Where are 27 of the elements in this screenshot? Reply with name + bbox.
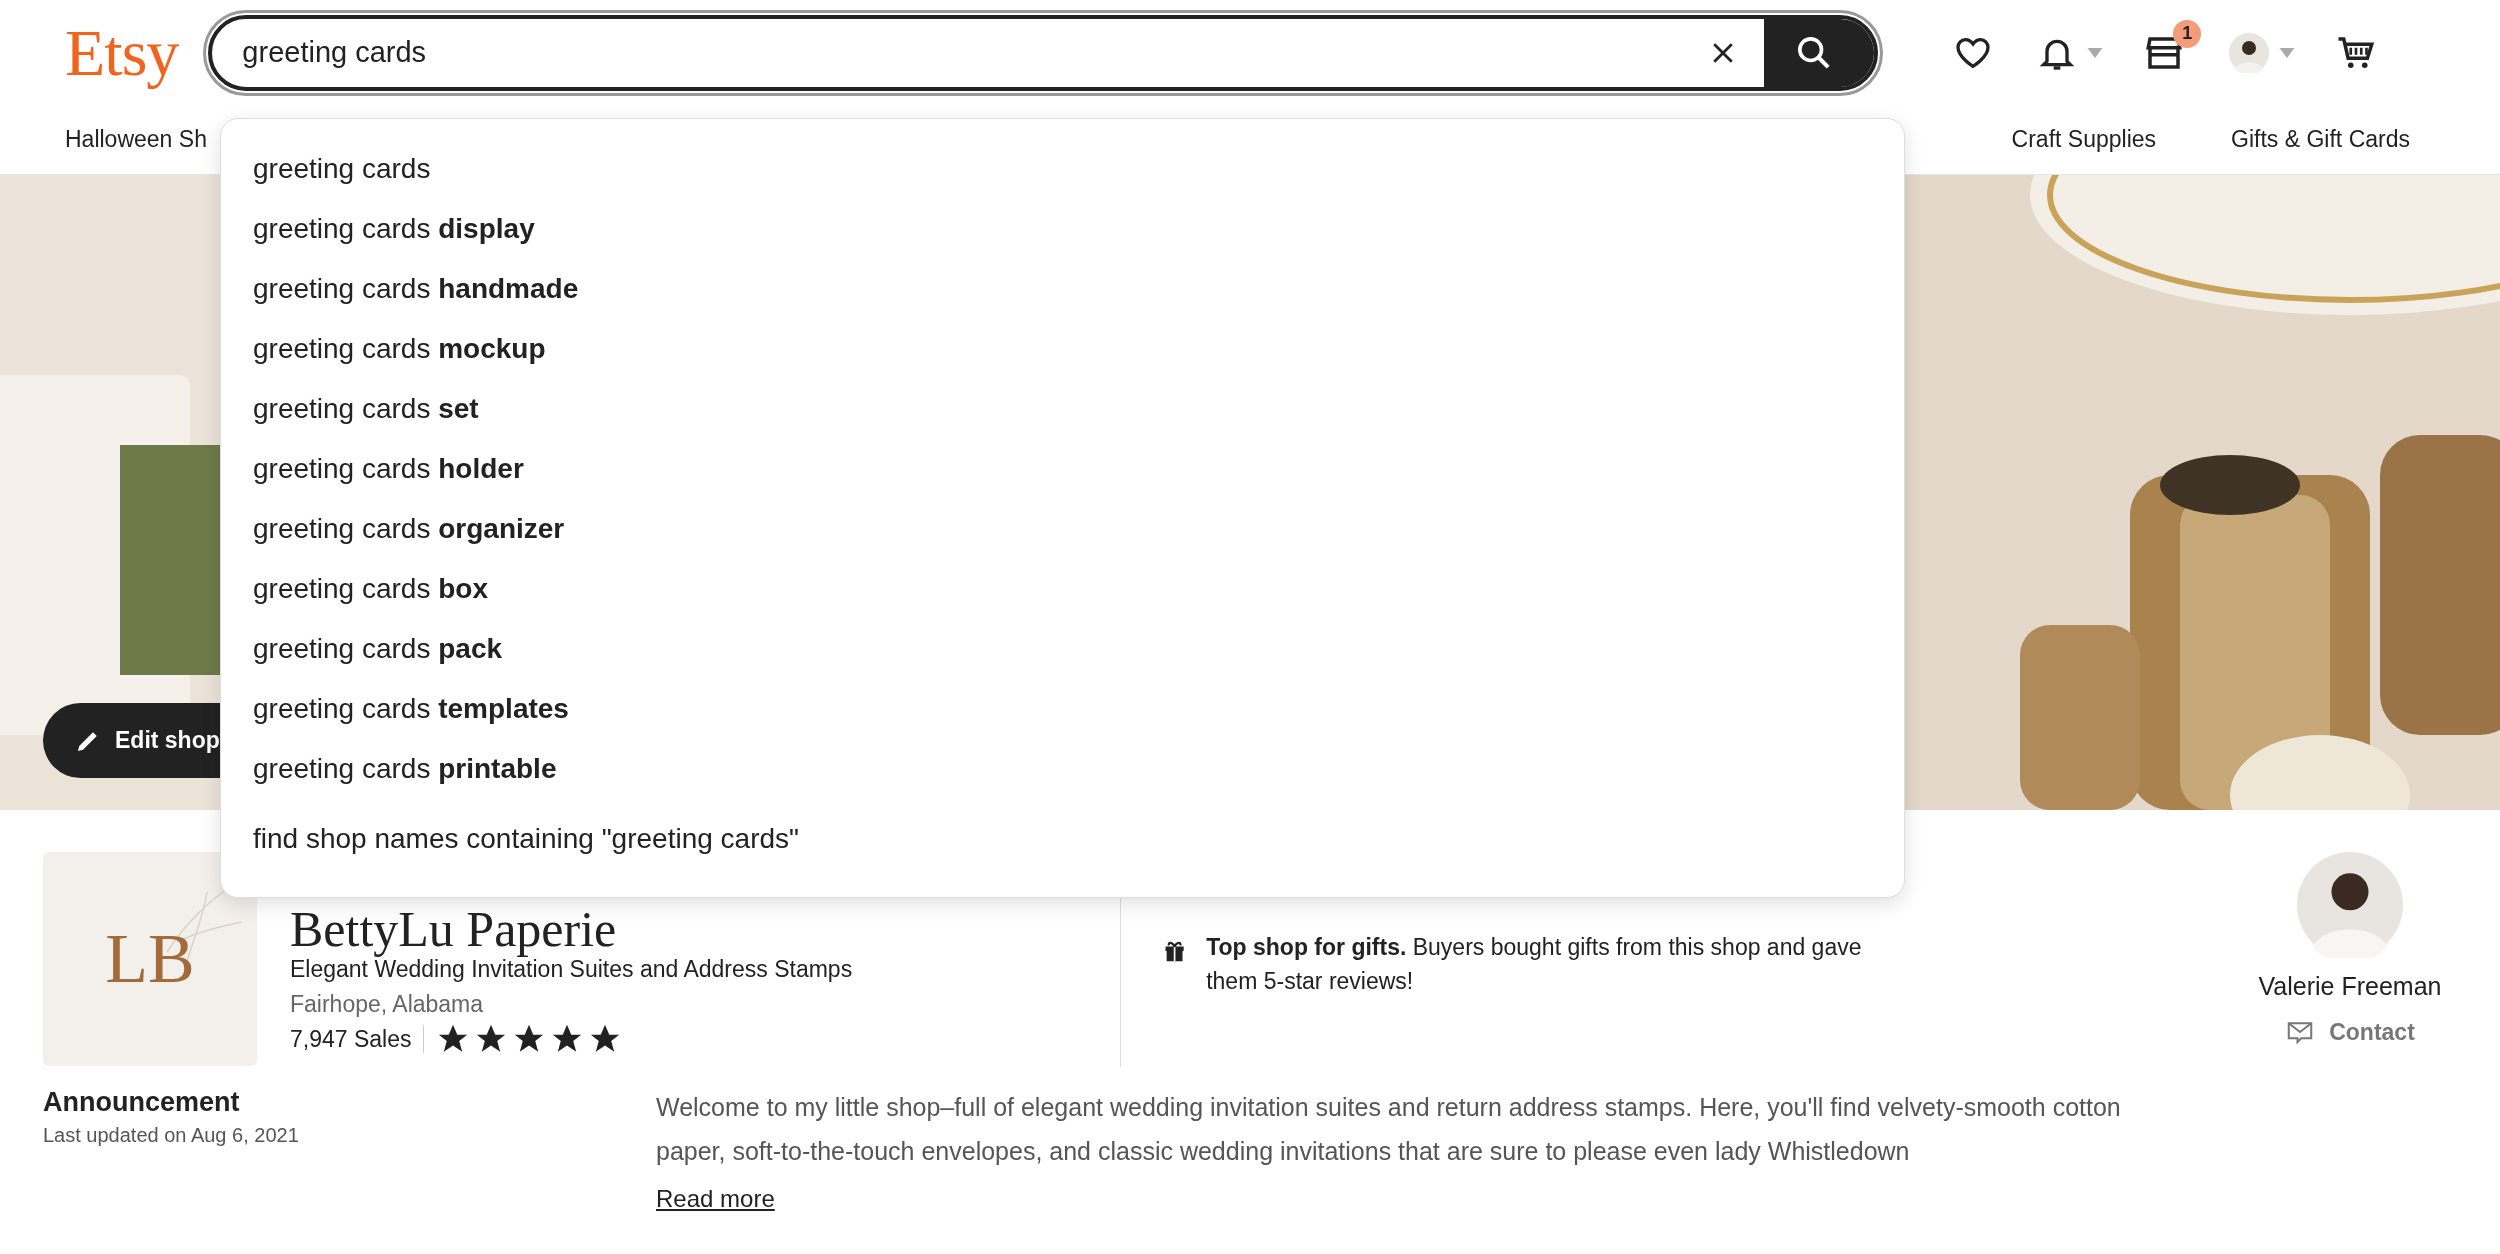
announcement-heading: Announcement	[43, 1087, 241, 1118]
suggestion-item[interactable]: greeting cards handmade	[253, 259, 1904, 319]
last-updated: Last updated on Aug 6, 2021	[43, 1124, 300, 1147]
avatar-icon[interactable]	[2229, 32, 2270, 73]
suggestion-item[interactable]: greeting cards pack	[253, 619, 1904, 679]
nav-link[interactable]: Halloween Sh	[65, 126, 207, 153]
announcement-text: Welcome to my little shop–full of elegant wedding invitation suites and return address stamps. Here, you'll find velvety-smooth cotton paper, soft-to-the-touch envelopes, and classic wedding invitations that are sure to please even lady Whistledown	[656, 1092, 2122, 1167]
suggestion-item[interactable]: greeting cards display	[253, 199, 1904, 259]
badge-description: Top shop for gifts. Buyers bought gifts from this shop and gave them 5-star reviews!	[1206, 933, 1863, 996]
notification-badge: 1	[2173, 19, 2202, 48]
suggestion-item[interactable]: greeting cards holder	[253, 439, 1904, 499]
suggestion-item[interactable]: greeting cards mockup	[253, 319, 1904, 379]
nav-link[interactable]: Craft Supplies	[2011, 126, 2157, 153]
search-button[interactable]	[1764, 18, 1875, 87]
suggestion-item[interactable]: greeting cards box	[253, 559, 1904, 619]
avatar-icon[interactable]	[2297, 852, 2403, 958]
owner-name[interactable]: Valerie Freeman	[2258, 972, 2442, 1001]
suggestion-item[interactable]: greeting cards	[253, 139, 1904, 199]
sales-count: 7,947 Sales	[290, 1025, 412, 1053]
suggestion-item[interactable]: greeting cards set	[253, 379, 1904, 439]
shop-tagline: Elegant Wedding Invitation Suites and Address Stamps	[290, 956, 854, 983]
nav-link[interactable]: Gifts & Gift Cards	[2231, 126, 2410, 153]
read-more-link[interactable]: Read more	[656, 1185, 775, 1213]
contact-link[interactable]: Contact	[2285, 1017, 2415, 1047]
shop-location: Fairhope, Alabama	[290, 991, 485, 1018]
suggestion-item[interactable]: greeting cards organizer	[253, 499, 1904, 559]
shop-logo: LB	[43, 852, 257, 1066]
